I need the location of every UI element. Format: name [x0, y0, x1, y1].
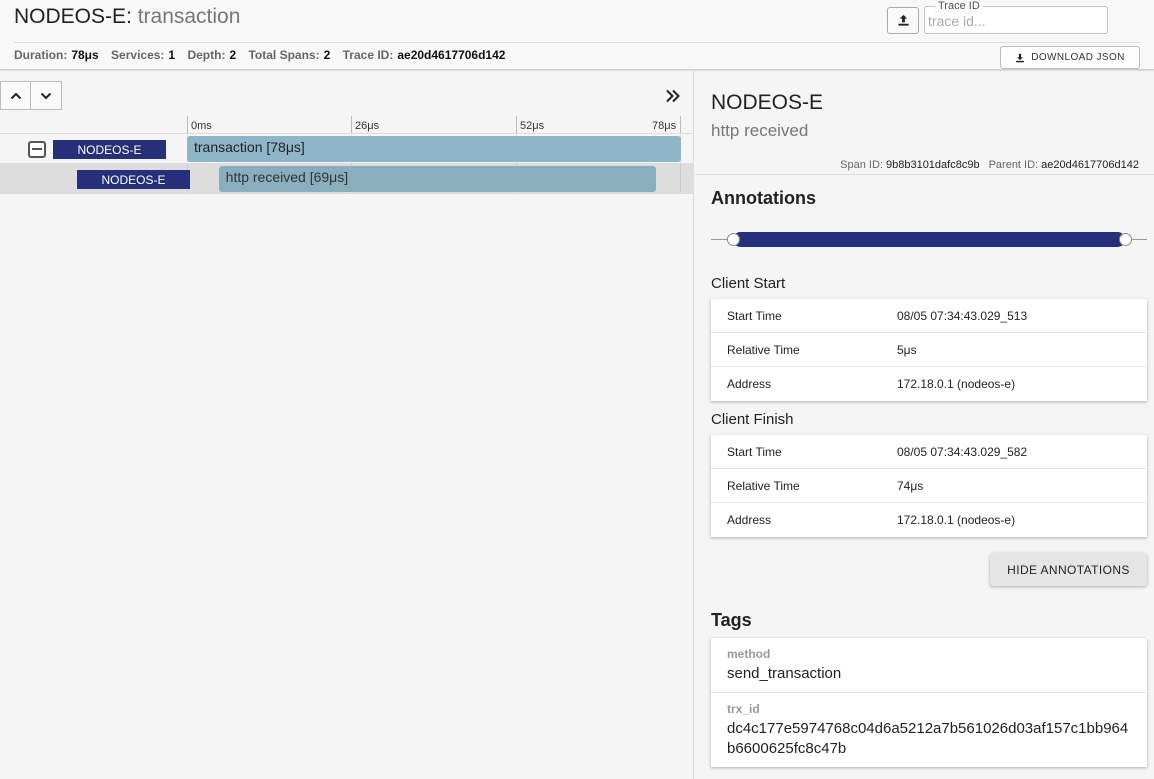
tags-table: method send_transaction trx_id dc4c177e5…: [711, 638, 1147, 767]
download-json-button[interactable]: DOWNLOAD JSON: [1000, 46, 1140, 69]
trace-id-value: ae20d4617706d142: [397, 48, 506, 62]
tick-label: 0ms: [191, 120, 212, 132]
row-value: 74μs: [897, 479, 924, 493]
row-value: 5μs: [897, 343, 917, 357]
span-id-value: 9b8b3101dafc8c9b: [885, 159, 980, 171]
trace-root-service: NODEOS-E: [14, 5, 127, 28]
client-start-heading: Client Start: [711, 275, 786, 292]
next-span-button[interactable]: [31, 81, 62, 110]
tag-row: method send_transaction: [711, 638, 1147, 693]
grid-line: [680, 164, 681, 193]
tag-value: send_transaction: [727, 665, 842, 682]
parent-id-value: ae20d4617706d142: [1041, 159, 1139, 171]
span-bar-http-received[interactable]: http received [69μs]: [218, 166, 656, 192]
row-value: 08/05 07:34:43.029_513: [897, 309, 1028, 323]
total-spans-label: Total Spans:: [248, 48, 320, 62]
tick-label: 52μs: [520, 120, 545, 132]
client-finish-table: Start Time 08/05 07:34:43.029_582 Relativ…: [711, 435, 1147, 537]
detail-divider: [695, 174, 1154, 175]
detail-service-name: NODEOS-E: [711, 91, 824, 114]
row-key: Address: [727, 513, 772, 527]
span-detail-panel: NODEOS-E http received Span ID: 9b8b3101d…: [695, 71, 1154, 779]
trace-root-span-name: transaction: [131, 5, 241, 28]
trace-id-input[interactable]: [928, 11, 1104, 31]
hide-annotations-button[interactable]: HIDE ANNOTATIONS: [990, 553, 1147, 586]
service-badge: NODEOS-E: [53, 140, 166, 159]
trace-id-field[interactable]: Trace ID: [924, 0, 1108, 34]
row-value: 172.18.0.1 (nodeos-e): [897, 377, 1016, 391]
tick-line: [351, 116, 352, 133]
upload-json-button[interactable]: [887, 7, 919, 34]
depth-value: 2: [229, 48, 237, 62]
collapse-toggle-icon[interactable]: [28, 141, 46, 158]
service-badge: NODEOS-E: [77, 170, 190, 189]
tag-row: trx_id dc4c177e5974768c04d6a5212a7b56102…: [711, 693, 1147, 767]
double-chevron-right-icon: [666, 89, 680, 103]
annotations-heading: Annotations: [711, 188, 816, 208]
row-key: Relative Time: [727, 343, 800, 357]
table-row: Address 172.18.0.1 (nodeos-e): [711, 503, 1147, 537]
span-ids: Span ID: 9b8b3101dafc8c9b Parent ID: ae20d4…: [840, 159, 1139, 171]
span-bar-transaction[interactable]: transaction [78μs]: [187, 136, 681, 162]
trace-summary: Duration: 78μs Services: 1 Depth: 2 Total S…: [14, 48, 514, 62]
duration-value: 78μs: [71, 48, 99, 62]
client-finish-heading: Client Finish: [711, 411, 794, 428]
tick-line: [516, 116, 517, 133]
services-value: 1: [168, 48, 176, 62]
download-json-label: DOWNLOAD JSON: [1031, 52, 1125, 63]
trace-header: NODEOS-E: transaction Trace ID Duration:…: [0, 0, 1154, 70]
row-key: Start Time: [727, 309, 782, 323]
tick-line: [680, 116, 681, 133]
table-row: Address 172.18.0.1 (nodeos-e): [711, 367, 1147, 401]
row-key: Relative Time: [727, 479, 800, 493]
upload-icon: [897, 14, 909, 26]
client-start-table: Start Time 08/05 07:34:43.029_513 Relativ…: [711, 299, 1147, 401]
span-id-label: Span ID:: [840, 159, 883, 171]
span-row-transaction[interactable]: NODEOS-E transaction [78μs]: [0, 134, 694, 164]
trace-id-label: Trace ID:: [342, 48, 394, 62]
row-value: 172.18.0.1 (nodeos-e): [897, 513, 1016, 527]
previous-span-button[interactable]: [0, 81, 31, 110]
services-label: Services:: [111, 48, 165, 62]
annotation-finish-marker[interactable]: [1119, 233, 1132, 246]
download-icon: [1016, 53, 1025, 62]
tick-label: 26μs: [355, 120, 380, 132]
table-row: Start Time 08/05 07:34:43.029_582: [711, 435, 1147, 469]
tags-heading: Tags: [711, 610, 752, 630]
detail-span-name: http received: [711, 121, 809, 140]
annotation-start-marker[interactable]: [727, 233, 740, 246]
chevron-down-icon: [40, 92, 52, 99]
row-key: Address: [727, 377, 772, 391]
tag-value: dc4c177e5974768c04d6a5212a7b561026d03af1…: [727, 720, 1129, 757]
depth-label: Depth:: [187, 48, 226, 62]
timeline-panel: 0ms 26μs 52μs 78μs NODEOS-E transaction …: [0, 71, 694, 779]
tick-label: 78μs: [652, 120, 677, 132]
trace-title: NODEOS-E: transaction: [14, 5, 240, 29]
timeline-ticks: 0ms 26μs 52μs 78μs: [0, 116, 694, 134]
chevron-up-icon: [10, 92, 21, 99]
expand-detail-button[interactable]: [662, 85, 684, 107]
table-row: Relative Time 74μs: [711, 469, 1147, 503]
header-divider: [14, 42, 1140, 43]
tick-line: [187, 116, 188, 133]
row-key: Start Time: [727, 445, 782, 459]
annotation-range-bar: [733, 232, 1125, 247]
table-row: Relative Time 5μs: [711, 333, 1147, 367]
row-value: 08/05 07:34:43.029_582: [897, 445, 1028, 459]
total-spans-value: 2: [323, 48, 331, 62]
table-row: Start Time 08/05 07:34:43.029_513: [711, 299, 1147, 333]
tag-key: method: [727, 647, 771, 661]
tag-key: trx_id: [727, 702, 760, 716]
duration-label: Duration:: [14, 48, 68, 62]
parent-id-label: Parent ID:: [988, 159, 1039, 171]
span-row-http-received[interactable]: NODEOS-E http received [69μs]: [0, 164, 694, 194]
span-nav-buttons: [0, 81, 62, 110]
